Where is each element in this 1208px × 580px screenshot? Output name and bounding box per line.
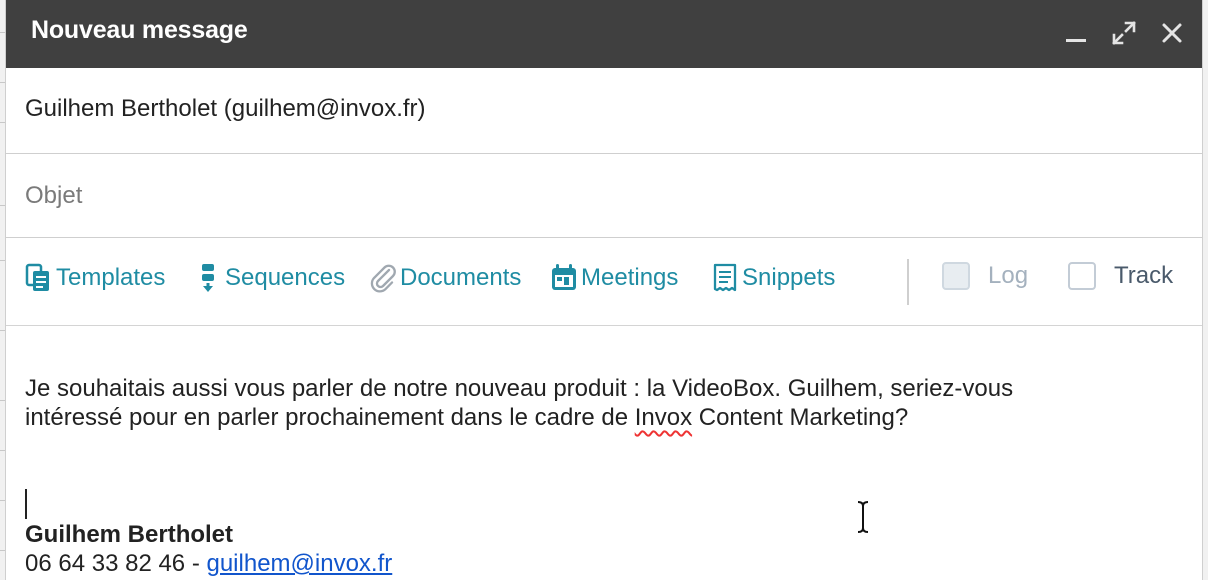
- log-label: Log: [988, 262, 1029, 289]
- message-body[interactable]: Je souhaitais aussi vous parler de notre…: [6, 326, 1202, 580]
- compose-window: Nouveau message Guilhem Bertholet (guilh…: [5, 0, 1203, 580]
- templates-button[interactable]: Templates: [25, 262, 165, 294]
- signature-email-link[interactable]: guilhem@invox.fr: [206, 550, 392, 577]
- body-line-1: Je souhaitais aussi vous parler de notre…: [25, 375, 1014, 402]
- templates-icon: [25, 263, 49, 291]
- snippet-icon: [713, 263, 737, 292]
- signature-name: Guilhem Bertholet: [25, 521, 234, 548]
- templates-label: Templates: [56, 264, 166, 291]
- expand-icon: [1112, 21, 1136, 45]
- sequences-icon: [202, 264, 214, 292]
- documents-button[interactable]: Documents: [369, 262, 521, 294]
- snippets-button[interactable]: Snippets: [711, 262, 835, 294]
- sequences-button[interactable]: Sequences: [194, 262, 345, 294]
- sales-toolbar: Templates Sequences Documents Meetings S…: [6, 238, 1202, 326]
- signature-contact: 06 64 33 82 46 - guilhem@invox.fr: [25, 550, 392, 578]
- minimize-icon: [1066, 39, 1086, 42]
- calendar-icon: [552, 264, 576, 290]
- meetings-label: Meetings: [581, 264, 679, 291]
- toolbar-divider: [907, 259, 909, 305]
- to-field[interactable]: Guilhem Bertholet (guilhem@invox.fr): [6, 68, 1202, 154]
- expand-button[interactable]: [1109, 18, 1139, 48]
- background-right-strip: [1203, 0, 1208, 580]
- minimize-button[interactable]: [1061, 18, 1091, 48]
- close-button[interactable]: [1157, 18, 1187, 48]
- track-checkbox[interactable]: Track: [1068, 262, 1173, 290]
- misspelled-word[interactable]: Invox: [635, 404, 692, 431]
- text-caret: [25, 489, 27, 519]
- to-recipient[interactable]: Guilhem Bertholet (guilhem@invox.fr): [25, 95, 426, 123]
- text-cursor-icon: [857, 501, 869, 533]
- log-checkbox-box[interactable]: [942, 262, 970, 290]
- snippets-label: Snippets: [742, 264, 836, 291]
- documents-label: Documents: [400, 264, 522, 291]
- close-icon: [1162, 23, 1182, 43]
- message-body-text: Je souhaitais aussi vous parler de notre…: [25, 374, 1175, 432]
- track-checkbox-box[interactable]: [1068, 262, 1096, 290]
- paperclip-icon: [370, 264, 396, 293]
- track-label: Track: [1114, 262, 1174, 289]
- meetings-button[interactable]: Meetings: [550, 262, 678, 294]
- compose-titlebar: Nouveau message: [6, 0, 1202, 68]
- log-checkbox[interactable]: Log: [942, 262, 1028, 290]
- sequences-label: Sequences: [225, 264, 346, 291]
- body-line-2: intéressé pour en parler prochainement d…: [25, 404, 909, 431]
- compose-title: Nouveau message: [31, 16, 248, 44]
- subject-field: [6, 154, 1202, 238]
- signature-phone: 06 64 33 82 46 -: [25, 550, 207, 577]
- subject-input[interactable]: [25, 176, 1125, 216]
